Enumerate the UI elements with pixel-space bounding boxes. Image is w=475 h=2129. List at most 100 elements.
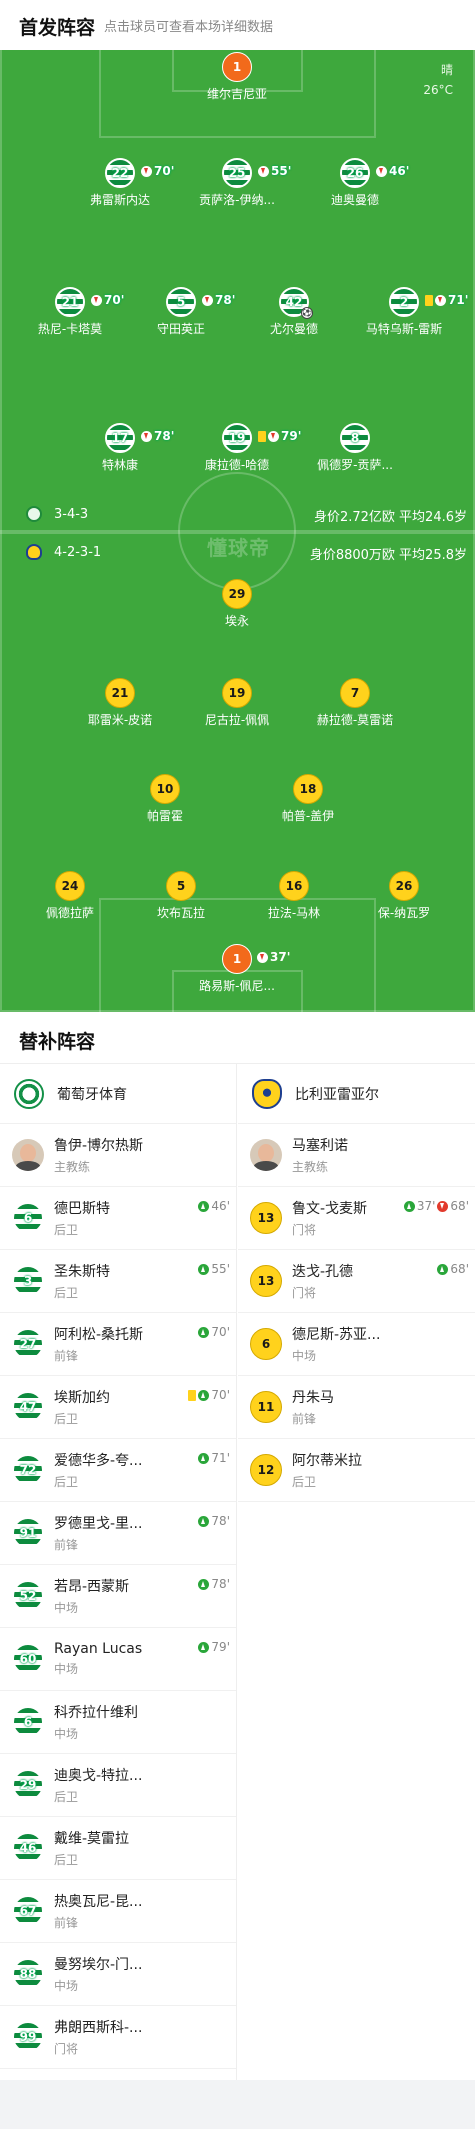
away-formation-text: 4-2-3-1	[54, 544, 102, 560]
coach-role: 主教练	[54, 1160, 91, 1174]
sub-event: 68'	[437, 1262, 469, 1276]
sub-player-row[interactable]: 6 德尼斯-苏亚... 中场	[238, 1313, 475, 1376]
sub-player-row[interactable]: 99 弗朗西斯科-... 门将	[0, 2006, 236, 2069]
sub-out-icon	[91, 294, 102, 306]
jersey-badge: 25 55'	[222, 158, 291, 188]
sub-in-time: 70'	[211, 1325, 230, 1339]
team-header-sporting: 葡萄牙体育	[0, 1064, 236, 1124]
sub-event: 46'	[198, 1199, 230, 1213]
player-name: 路易斯-佩尼...	[199, 979, 275, 993]
player-position: 后卫	[54, 1286, 79, 1300]
sub-player-row[interactable]: 47 埃斯加约 后卫 70'	[0, 1376, 236, 1439]
player-away-7[interactable]: 7 赫拉德-莫雷诺	[280, 678, 430, 728]
watermark: 懂球帝	[207, 536, 270, 560]
jersey-badge: 72	[12, 1454, 44, 1486]
player-away-26[interactable]: 26 保-纳瓦罗	[329, 871, 475, 921]
sub-player-row[interactable]: 13 迭戈-孔德 门将 68'	[238, 1250, 475, 1313]
sub-event: 79'	[198, 1640, 230, 1654]
sub-player-row[interactable]: 46 戴维-莫雷拉 后卫	[0, 1817, 236, 1880]
coach-avatar	[12, 1139, 44, 1171]
sub-player-row[interactable]: 52 若昂-西蒙斯 中场 78'	[0, 1565, 236, 1628]
sub-player-row[interactable]: 60 Rayan Lucas 中场 79'	[0, 1628, 236, 1691]
player-name: 迪奥戈-特拉...	[54, 1768, 143, 1784]
player-position: 门将	[292, 1223, 317, 1237]
player-name: 罗德里戈-里...	[54, 1516, 143, 1532]
player-name: Rayan Lucas	[54, 1641, 143, 1657]
player-name: 爱德华多-夸...	[54, 1453, 143, 1469]
player-home-1[interactable]: 1 维尔吉尼亚	[162, 52, 312, 102]
sub-player-row[interactable]: 13 鲁文-戈麦斯 门将 37' 68'	[238, 1187, 475, 1250]
jersey-badge: 91	[12, 1517, 44, 1549]
player-name: 弗朗西斯科-...	[54, 2020, 143, 2036]
jersey-badge: 16	[279, 871, 309, 901]
sub-event: 46'	[376, 158, 409, 184]
sub-player-row[interactable]: 67 热奥瓦尼-昆... 前锋	[0, 1880, 236, 1943]
coach-row[interactable]: 鲁伊-博尔热斯 主教练	[0, 1124, 236, 1187]
sub-out-icon	[141, 430, 152, 442]
player-name: 德巴斯特	[54, 1201, 110, 1217]
yellow-card-icon	[425, 294, 433, 306]
player-name: 圣朱斯特	[54, 1264, 110, 1280]
weather-temperature: 26°C	[423, 83, 453, 97]
player-name: 维尔吉尼亚	[206, 87, 267, 101]
jersey-badge: 18	[293, 774, 323, 804]
sub-player-row[interactable]: 91 罗德里戈-里... 前锋 78'	[0, 1502, 236, 1565]
lineup-header: 首发阵容 点击球员可查看本场详细数据	[0, 0, 475, 50]
sub-player-row[interactable]: 12 阿尔蒂米拉 后卫	[238, 1439, 475, 1502]
player-position: 前锋	[54, 1538, 79, 1552]
player-position: 中场	[292, 1349, 317, 1363]
yellow-card-icon	[258, 430, 266, 442]
sub-player-row[interactable]: 27 阿利松-桑托斯 前锋 70'	[0, 1313, 236, 1376]
sub-player-row[interactable]: 11 丹朱马 前锋	[238, 1376, 475, 1439]
jersey-badge: 88	[12, 1958, 44, 1990]
player-position: 前锋	[54, 1916, 79, 1930]
player-home-8[interactable]: 8 佩德罗-贡萨...	[280, 423, 430, 473]
player-name: 迭戈-孔德	[292, 1264, 354, 1280]
home-avg-age: 平均24.6岁	[399, 510, 467, 525]
sub-player-row[interactable]: 29 迪奥戈-特拉... 后卫	[0, 1754, 236, 1817]
sub-player-row[interactable]: 6 德巴斯特 后卫 46'	[0, 1187, 236, 1250]
jersey-badge: 24	[55, 871, 85, 901]
sub-in-icon	[198, 1641, 210, 1653]
coach-row[interactable]: 马塞利诺 主教练	[238, 1124, 475, 1187]
sub-in-icon	[403, 1200, 415, 1212]
player-away-29[interactable]: 29 埃永	[162, 579, 312, 629]
player-name: 马特乌斯-雷斯	[365, 322, 443, 336]
sub-in-time: 79'	[211, 1640, 230, 1654]
jersey-badge: 5	[166, 871, 196, 901]
sub-in-time: 46'	[211, 1199, 230, 1213]
player-position: 前锋	[54, 1349, 79, 1363]
sub-event: 37'	[257, 943, 290, 971]
sub-player-row[interactable]: 3 圣朱斯特 后卫 55'	[0, 1250, 236, 1313]
jersey-badge: 42 ⚽	[279, 287, 313, 319]
player-name: 戴维-莫雷拉	[54, 1831, 130, 1847]
jersey-badge: 19	[222, 678, 252, 708]
home-formation-text: 3-4-3	[54, 506, 89, 522]
home-formation: 3-4-3	[26, 506, 88, 522]
jersey-badge: 52	[12, 1580, 44, 1612]
player-away-10[interactable]: 10 帕雷霍	[90, 774, 240, 824]
player-away-1[interactable]: 1 37' 路易斯-佩尼...	[162, 944, 312, 994]
player-position: 门将	[292, 1286, 317, 1300]
home-value: 身价2.72亿欧 平均24.6岁	[314, 506, 467, 525]
player-position: 后卫	[54, 1790, 79, 1804]
sub-in-icon	[198, 1452, 210, 1464]
player-away-18[interactable]: 18 帕普-盖伊	[233, 774, 383, 824]
jersey-badge: 60	[12, 1643, 44, 1675]
jersey-badge: 7	[340, 678, 370, 708]
sub-out-icon	[141, 165, 152, 177]
coach-role: 主教练	[292, 1160, 329, 1174]
sub-player-row[interactable]: 6 科乔拉什维利 中场	[0, 1691, 236, 1754]
sub-player-row[interactable]: 72 爱德华多-夸... 后卫 71'	[0, 1439, 236, 1502]
jersey-badge: 11	[250, 1391, 282, 1423]
player-name: 帕雷霍	[146, 809, 183, 823]
jersey-badge: 6	[12, 1202, 44, 1234]
sub-event: 78'	[198, 1514, 230, 1528]
player-name: 鲁文-戈麦斯	[292, 1201, 368, 1217]
sub-player-row[interactable]: 88 曼努埃尔-门... 中场	[0, 1943, 236, 2006]
player-home-2[interactable]: 2 71' 马特乌斯-雷斯	[329, 287, 475, 337]
player-name: 若昂-西蒙斯	[54, 1579, 130, 1595]
player-home-26[interactable]: 26 46' 迪奥曼德	[280, 158, 430, 208]
jersey-badge: 26	[389, 871, 419, 901]
player-name: 丹朱马	[292, 1390, 334, 1406]
